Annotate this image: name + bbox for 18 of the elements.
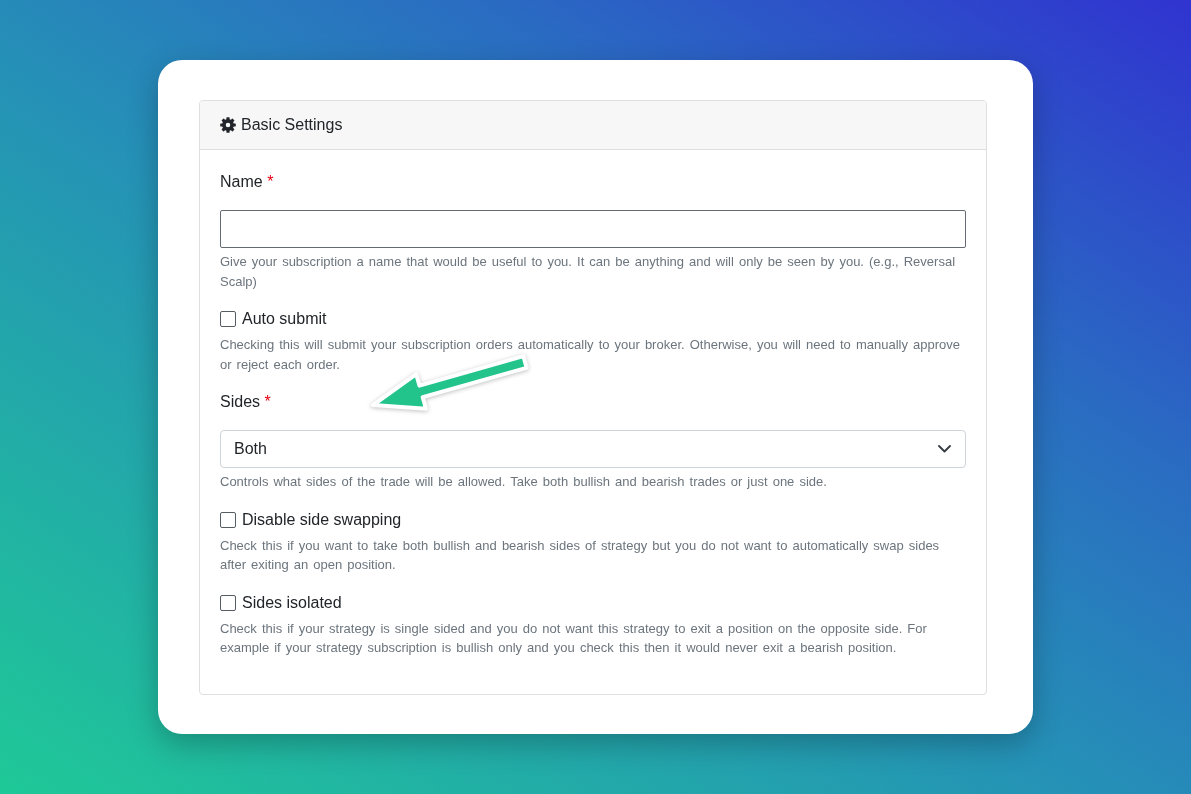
checkbox-label: Auto submit (242, 309, 327, 329)
checkbox-label: Sides isolated (242, 592, 342, 613)
gear-icon (220, 117, 236, 133)
help-text: Checking this will submit your subscription orders automatically to your broker. Otherwise, you will need to manually approve or reject each order. (220, 336, 961, 374)
checkbox[interactable] (220, 311, 236, 327)
chevron-icon (938, 445, 951, 453)
help-text: Controls what sides of the trade will be allowed. Take both bullish and bearish trades or just one side. (220, 473, 828, 491)
help-text: Check this if you want to take both bullish and bearish sides of strategy but you do not want to automatically swap sides after exiting an open position. (220, 536, 941, 574)
dropdown-select[interactable]: Both (220, 430, 966, 468)
panel-title: Basic Settings (241, 116, 343, 134)
help-text: Give your subscription a name that would be useful to you. It can be anything and will only be seen by you. (e.g., Reversal Scalp) (220, 253, 957, 291)
field-label: Name * (220, 172, 275, 192)
text-input-field[interactable] (220, 210, 966, 248)
field-label: Sides * (220, 392, 272, 412)
checkbox[interactable] (220, 594, 236, 611)
checkbox[interactable] (220, 511, 236, 528)
help-text: Check this if your strategy is single sided and you do not want this strategy to exit a position on the opposite side. For example if your strategy subscription is bullish only and you check this then it would never exit a bearish position. (220, 619, 928, 657)
checkbox-label: Disable side swapping (242, 509, 402, 530)
